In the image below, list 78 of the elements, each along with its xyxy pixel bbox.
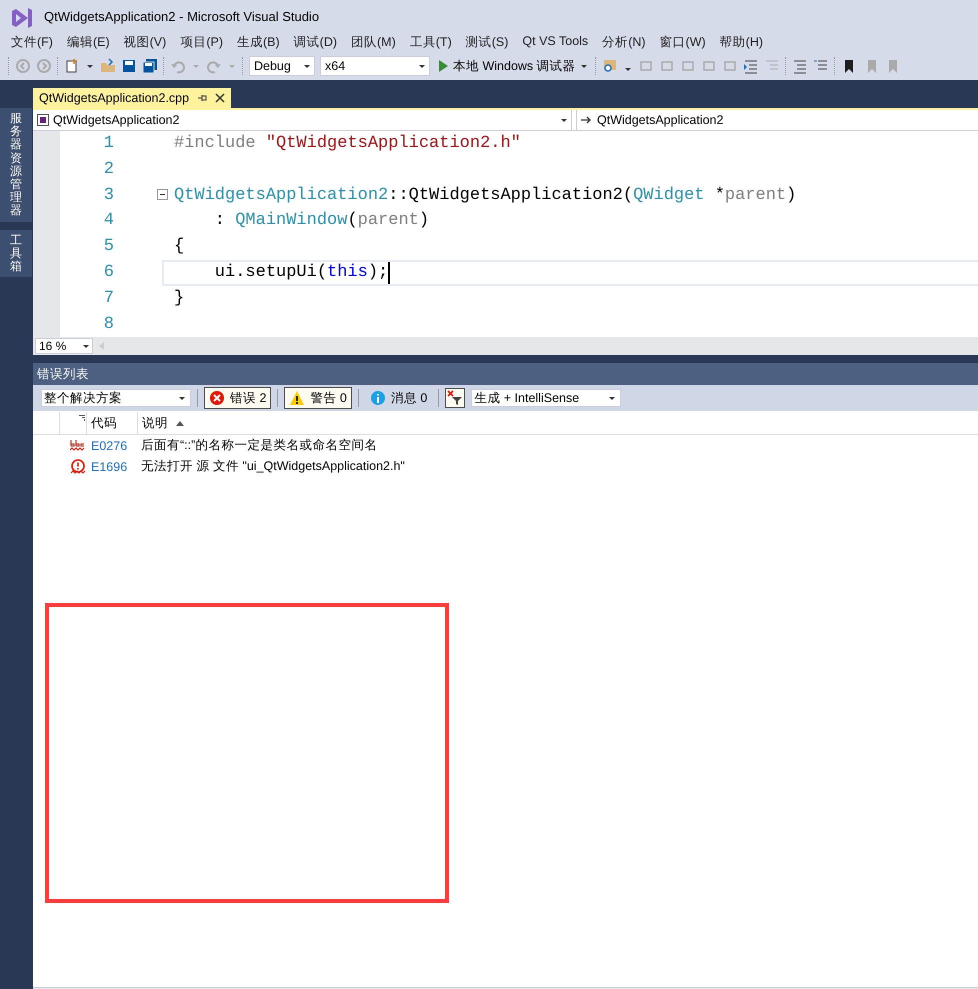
side-tab[interactable]: 服务器资源管理器 xyxy=(0,108,32,222)
collapse-icon[interactable] xyxy=(157,188,168,200)
error-code-link[interactable]: E1696 xyxy=(91,460,137,474)
warning-icon xyxy=(289,390,306,406)
line-number: 7 xyxy=(102,288,114,310)
sort-ascending-icon xyxy=(176,420,184,426)
run-button[interactable]: 本地 Windows 调试器 xyxy=(435,55,590,77)
caret-icon xyxy=(83,344,89,348)
save-all-icon[interactable] xyxy=(142,58,158,74)
error-code-link[interactable]: E0276 xyxy=(91,438,137,453)
dropdown[interactable]: x64 xyxy=(320,56,430,76)
document-tab[interactable]: QtWidgetsApplication2.cpp xyxy=(33,88,232,108)
close-icon[interactable] xyxy=(215,93,226,103)
column-options-icon[interactable] xyxy=(79,415,86,422)
folder-icon[interactable] xyxy=(100,58,116,74)
code-line: ui.setupUi(this); xyxy=(214,262,388,284)
menu-item[interactable]: 视图(V) xyxy=(116,32,174,52)
error-description: 后面有“::”的名称一定是类名或命名空间名 xyxy=(140,437,378,454)
menu-item[interactable]: 调试(D) xyxy=(286,32,344,52)
line-number: 4 xyxy=(102,210,114,232)
spelling-error-icon xyxy=(70,438,86,454)
menu-item[interactable]: 帮助(H) xyxy=(712,32,770,52)
scope-dropdown[interactable]: 整个解决方案 xyxy=(41,389,191,408)
menu-item[interactable]: 文件(F) xyxy=(4,32,60,52)
line-number: 6 xyxy=(102,262,114,284)
filter-icon[interactable] xyxy=(445,388,466,408)
class-icon xyxy=(37,114,49,126)
caret-icon xyxy=(304,64,310,68)
caret-icon xyxy=(179,396,185,400)
save-icon[interactable] xyxy=(121,58,137,74)
column-header[interactable]: 说明 xyxy=(142,414,168,432)
scope-dropdown[interactable]: QtWidgetsApplication2 xyxy=(33,110,572,130)
error-icon xyxy=(70,459,86,474)
line-number: 5 xyxy=(102,236,114,258)
member-dropdown[interactable]: QtWidgetsApplication2 xyxy=(576,110,728,130)
menu-item[interactable]: 生成(B) xyxy=(230,32,287,52)
caret-icon xyxy=(561,118,567,122)
scroll-left-icon xyxy=(99,342,104,350)
menu-item[interactable]: 编辑(E) xyxy=(60,32,117,52)
new-item-icon[interactable] xyxy=(64,58,80,74)
filter-button[interactable]: 错误 2 xyxy=(204,387,272,410)
play-icon xyxy=(438,60,448,72)
caret-icon xyxy=(419,64,425,68)
zoom-dropdown[interactable]: 16 % xyxy=(35,338,93,354)
filter-button[interactable]: 消息 0 xyxy=(364,387,432,410)
caret-icon xyxy=(580,64,587,68)
code-line: #include "QtWidgetsApplication2.h" xyxy=(174,133,521,155)
dropdown[interactable]: Debug xyxy=(249,56,315,76)
caret-icon xyxy=(609,396,616,400)
comment-icon[interactable] xyxy=(792,58,808,74)
code-line: { xyxy=(174,236,184,258)
menu-item[interactable]: 工具(T) xyxy=(402,32,459,52)
pin-icon[interactable] xyxy=(197,93,208,103)
error-icon xyxy=(209,390,225,406)
line-number: 1 xyxy=(102,133,114,155)
column-header[interactable]: 代码 xyxy=(87,412,138,434)
menu-item[interactable]: 分析(N) xyxy=(595,32,653,52)
side-tab[interactable]: 工具箱 xyxy=(0,230,32,278)
menu-item[interactable]: 测试(S) xyxy=(458,32,516,52)
source-dropdown[interactable]: 生成 + IntelliSense xyxy=(471,389,622,408)
panel-title: 错误列表 xyxy=(33,363,978,386)
line-number: 2 xyxy=(102,158,114,181)
code-line: : QMainWindow(parent) xyxy=(214,210,430,232)
error-description: 无法打开 源 文件 "ui_QtWidgetsApplication2.h" xyxy=(140,458,405,476)
code-line: } xyxy=(174,288,184,310)
find-icon[interactable] xyxy=(602,58,618,74)
info-icon xyxy=(370,390,386,406)
code-line: QtWidgetsApplication2::QtWidgetsApplication2(QWidget *parent) xyxy=(174,184,796,207)
indent-icon[interactable] xyxy=(742,58,759,74)
line-number: 3 xyxy=(102,184,114,207)
menu-item[interactable]: 项目(P) xyxy=(173,32,230,52)
line-number: 8 xyxy=(102,314,114,336)
menu-item[interactable]: 窗口(W) xyxy=(652,32,713,52)
menu-item[interactable]: Qt VS Tools xyxy=(515,32,596,52)
filter-button[interactable]: 警告 0 xyxy=(284,387,352,410)
menu-item[interactable]: 团队(M) xyxy=(344,32,403,52)
window-title: QtWidgetsApplication2 - Microsoft Visual Studio xyxy=(44,8,320,24)
arrow-icon xyxy=(581,115,593,125)
